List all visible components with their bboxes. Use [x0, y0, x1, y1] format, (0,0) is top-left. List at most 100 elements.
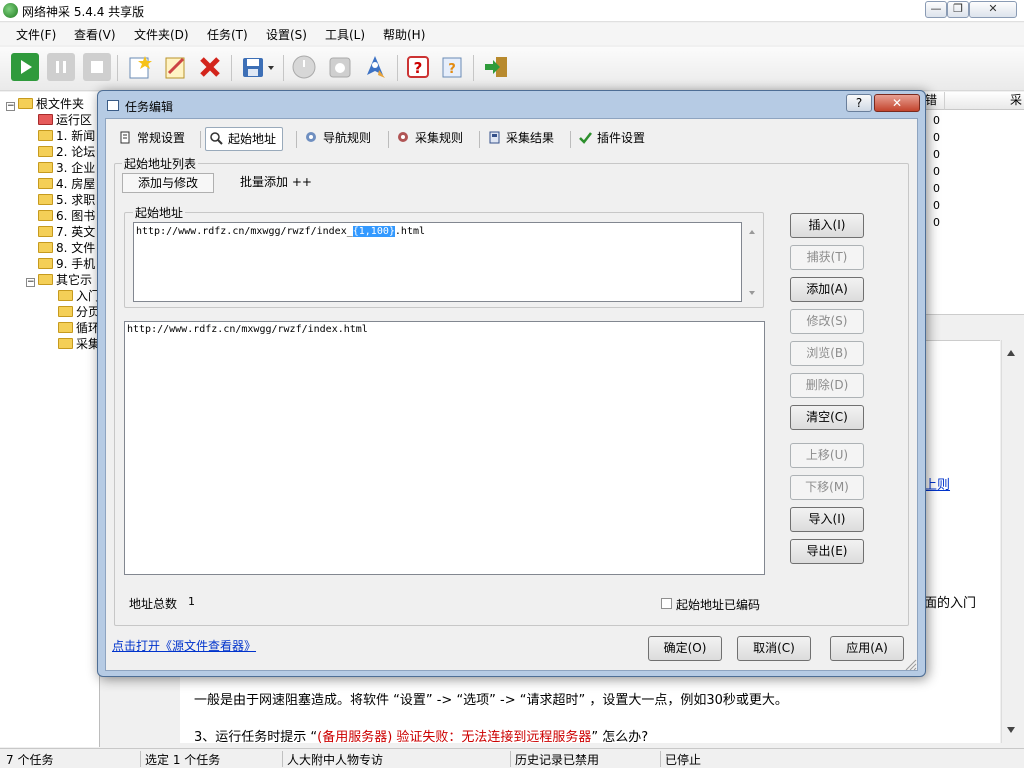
- window-title: 网络神采 5.4.4 共享版: [22, 5, 145, 19]
- close-button[interactable]: ✕: [969, 1, 1017, 18]
- total-value: 1: [188, 595, 195, 608]
- stop-icon[interactable]: [83, 53, 111, 81]
- tree-item[interactable]: 循环: [58, 319, 99, 335]
- cancel-button[interactable]: 取消(C): [737, 636, 811, 661]
- tab-general[interactable]: 常规设置: [115, 127, 191, 151]
- tab-plugins[interactable]: 插件设置: [575, 127, 651, 151]
- menu-view[interactable]: 查看(V): [74, 26, 116, 43]
- tree-item-label: 7. 英文: [56, 225, 96, 239]
- dialog-close-button[interactable]: ✕: [874, 94, 920, 112]
- modify-button[interactable]: 修改(S): [790, 309, 864, 334]
- collapse-icon[interactable]: −: [26, 278, 35, 287]
- tree-item[interactable]: 4. 房屋: [38, 175, 95, 191]
- tree-item[interactable]: 采集: [58, 335, 99, 351]
- tab-collect-rules[interactable]: 采集规则: [393, 127, 469, 151]
- tab-start-urls[interactable]: 起始地址: [205, 127, 284, 151]
- hint-icon[interactable]: ?: [439, 53, 467, 81]
- move-up-button[interactable]: 上移(U): [790, 443, 864, 468]
- subtab-batch-add[interactable]: 批量添加 ++: [236, 173, 316, 193]
- tree-item[interactable]: 2. 论坛: [38, 143, 95, 159]
- edit-task-icon[interactable]: [161, 53, 189, 81]
- grid-error-count: 0: [933, 216, 940, 229]
- tree-item[interactable]: 5. 求职: [38, 191, 95, 207]
- grid-error-count: 0: [933, 114, 940, 127]
- delete-task-icon[interactable]: [196, 53, 224, 81]
- menu-help[interactable]: 帮助(H): [383, 26, 425, 43]
- tree-item[interactable]: 6. 图书: [38, 207, 95, 223]
- capture-button[interactable]: 捕获(T): [790, 245, 864, 270]
- menu-tools[interactable]: 工具(L): [325, 26, 365, 43]
- clear-button[interactable]: 清空(C): [790, 405, 864, 430]
- tab-results[interactable]: 采集结果: [484, 127, 560, 151]
- save-icon[interactable]: [239, 53, 267, 81]
- task-edit-dialog: 任务编辑 ? ✕ 常规设置 起始地址 导航规则 采集规则 采集结果 插件设置 起…: [97, 90, 926, 677]
- add-button[interactable]: 添加(A): [790, 277, 864, 302]
- export-icon[interactable]: [326, 53, 354, 81]
- dropdown-arrow-icon[interactable]: [266, 53, 276, 81]
- tree-item[interactable]: 运行区: [38, 111, 92, 127]
- subtab-add-modify[interactable]: 添加与修改: [122, 173, 214, 193]
- timer-icon[interactable]: [290, 53, 318, 81]
- url-list[interactable]: http://www.rdfz.cn/mxwgg/rwzf/index.html: [124, 321, 765, 575]
- folder-tree: − 根文件夹 运行区 1. 新闻 2. 论坛 3. 企业 4. 房屋 5. 求职 6. 图书 7…: [0, 92, 100, 747]
- tree-item[interactable]: 8. 文件: [38, 239, 95, 255]
- tree-other[interactable]: − 其它示: [26, 271, 92, 287]
- tree-item[interactable]: 7. 英文: [38, 223, 95, 239]
- export-button[interactable]: 导出(E): [790, 539, 864, 564]
- menu-folder[interactable]: 文件夹(D): [134, 26, 189, 43]
- tab-separator: [388, 131, 389, 148]
- play-icon[interactable]: [11, 53, 39, 81]
- folder-icon: [58, 306, 73, 317]
- tree-item-label: 3. 企业: [56, 161, 96, 175]
- folder-icon: [38, 210, 53, 221]
- dialog-help-button[interactable]: ?: [846, 94, 872, 112]
- url-input-scrollbar[interactable]: [745, 223, 759, 301]
- tab-separator: [200, 131, 201, 148]
- tree-item[interactable]: 3. 企业: [38, 159, 95, 175]
- tree-item[interactable]: 入门: [58, 287, 99, 303]
- folder-icon: [38, 162, 53, 173]
- maximize-button[interactable]: ❐: [947, 1, 969, 18]
- insert-button[interactable]: 插入(I): [790, 213, 864, 238]
- start-url-input[interactable]: http://www.rdfz.cn/mxwgg/rwzf/index_{1,1…: [133, 222, 742, 302]
- grid-error-count: 0: [933, 165, 940, 178]
- tree-item[interactable]: 9. 手机: [38, 255, 95, 271]
- tree-root[interactable]: − 根文件夹: [6, 95, 84, 111]
- result-icon: [489, 131, 500, 144]
- doc-scrollbar[interactable]: [1001, 340, 1019, 743]
- apply-button[interactable]: 应用(A): [830, 636, 904, 661]
- menu-file[interactable]: 文件(F): [16, 26, 56, 43]
- collapse-icon[interactable]: −: [6, 102, 15, 111]
- launch-icon[interactable]: [361, 53, 389, 81]
- tree-root-label: 根文件夹: [36, 97, 85, 111]
- import-button[interactable]: 导入(I): [790, 507, 864, 532]
- encoded-checkbox[interactable]: [661, 598, 672, 609]
- total-label: 地址总数: [129, 597, 178, 611]
- menu-task[interactable]: 任务(T): [207, 26, 248, 43]
- settings-icon: [120, 131, 130, 144]
- status-state: 已停止: [660, 751, 701, 767]
- tree-item-label: 5. 求职: [56, 193, 96, 207]
- exit-icon[interactable]: [482, 53, 510, 81]
- minimize-button[interactable]: —: [925, 1, 947, 18]
- pause-icon[interactable]: [47, 53, 75, 81]
- doc-link[interactable]: 上则: [924, 474, 950, 493]
- ok-button[interactable]: 确定(O): [648, 636, 722, 661]
- folder-icon: [38, 130, 53, 141]
- grid-header-collected[interactable]: 采: [944, 92, 1024, 110]
- tree-item[interactable]: 1. 新闻: [38, 127, 95, 143]
- tree-item[interactable]: 分页: [58, 303, 99, 319]
- tab-nav-rules[interactable]: 导航规则: [301, 127, 377, 151]
- new-task-icon[interactable]: [125, 53, 153, 81]
- folder-icon: [38, 274, 53, 285]
- doc-paragraph: 一般是由于网速阻塞造成。将软件 “设置” -> “选项” -> “请求超时” ，…: [194, 693, 788, 708]
- url-list-item[interactable]: http://www.rdfz.cn/mxwgg/rwzf/index.html: [127, 324, 762, 335]
- resize-grip-icon[interactable]: [903, 657, 917, 671]
- browse-button[interactable]: 浏览(B): [790, 341, 864, 366]
- help-icon[interactable]: ?: [404, 53, 432, 81]
- source-viewer-link[interactable]: 点击打开《源文件查看器》: [112, 637, 256, 654]
- delete-button[interactable]: 删除(D): [790, 373, 864, 398]
- move-down-button[interactable]: 下移(M): [790, 475, 864, 500]
- folder-icon: [38, 178, 53, 189]
- menu-settings[interactable]: 设置(S): [266, 26, 307, 43]
